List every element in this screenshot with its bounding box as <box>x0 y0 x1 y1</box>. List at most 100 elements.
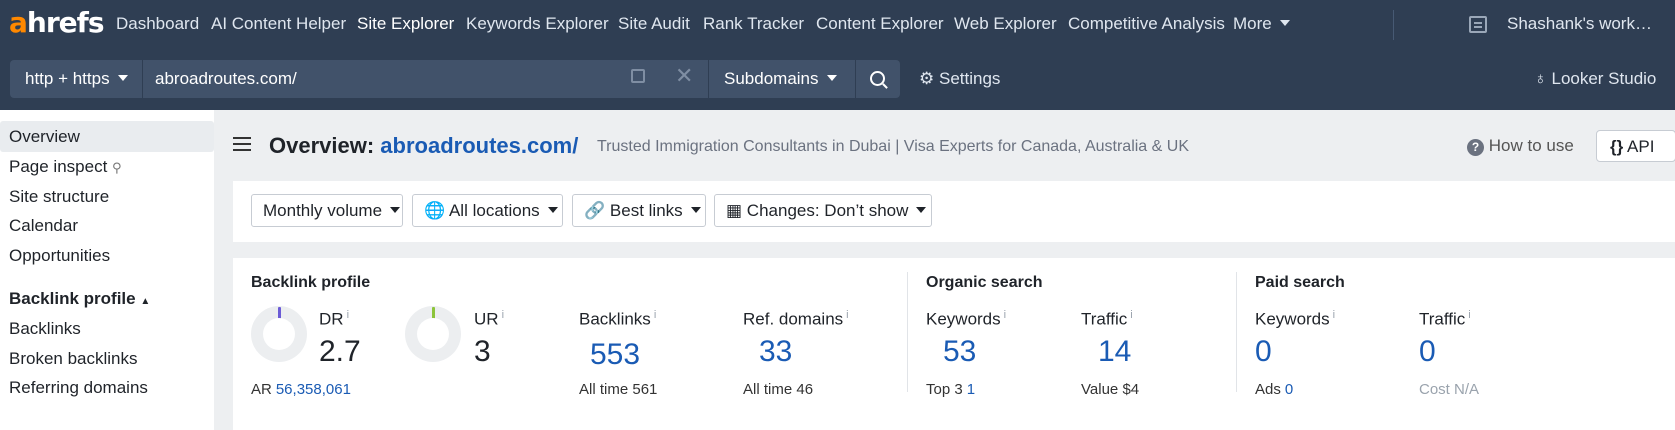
nav-web-explorer[interactable]: Web Explorer <box>954 14 1057 34</box>
settings-button[interactable]: ⚙ Settings <box>919 69 1000 89</box>
sidebar-item-backlinks[interactable]: Backlinks <box>9 319 81 339</box>
nav-rank-tracker[interactable]: Rank Tracker <box>703 14 804 34</box>
locations-filter[interactable]: 🌐 All locations <box>412 194 563 227</box>
mode-select[interactable]: Subdomains <box>709 60 855 98</box>
nav-site-audit[interactable]: Site Audit <box>618 14 690 34</box>
looker-studio-button[interactable]: ♁ Looker Studio <box>1534 69 1656 89</box>
cost-label: Cost <box>1419 381 1450 398</box>
target-url-input[interactable]: abroadroutes.com/ <box>143 60 708 98</box>
main-content: Overview: abroadroutes.com/ Trusted Immi… <box>214 110 1675 430</box>
info-icon[interactable]: i <box>502 309 504 321</box>
paid-cost: Cost N/A <box>1419 381 1479 398</box>
paid-traffic-value[interactable]: 0 <box>1419 335 1436 369</box>
top3-label: Top 3 <box>926 381 963 398</box>
changes-filter-label: Changes: Don’t show <box>746 201 909 220</box>
backlinks-label[interactable]: Backlinks i <box>579 309 656 330</box>
organic-keywords-value[interactable]: 53 <box>943 335 976 369</box>
nav-ai-content-helper[interactable]: AI Content Helper <box>211 14 346 34</box>
ur-gauge-fill <box>432 307 435 320</box>
organic-traffic-value[interactable]: 14 <box>1098 335 1131 369</box>
nav-competitive-analysis[interactable]: Competitive Analysis <box>1068 14 1225 34</box>
external-link-icon[interactable] <box>631 69 645 83</box>
search-button[interactable] <box>856 60 900 98</box>
locations-filter-label: All locations <box>448 201 540 220</box>
organic-top3: Top 31 <box>926 381 975 398</box>
sidebar-section-label: Backlink profile <box>9 289 136 308</box>
nav-divider <box>1393 10 1394 40</box>
globe-icon: 🌐 <box>424 201 446 220</box>
sidebar-item-opportunities[interactable]: Opportunities <box>9 246 110 266</box>
dr-gauge-fill <box>278 307 281 320</box>
nav-content-explorer[interactable]: Content Explorer <box>816 14 944 34</box>
paid-traffic-label-text: Traffic <box>1419 309 1466 329</box>
menu-icon[interactable] <box>233 137 251 151</box>
ar-value[interactable]: 56,358,061 <box>276 381 351 398</box>
nav-keywords-explorer[interactable]: Keywords Explorer <box>466 14 609 34</box>
sidebar-item-site-structure[interactable]: Site structure <box>9 187 109 207</box>
sidebar-item-referring-domains[interactable]: Referring domains <box>9 378 148 398</box>
info-icon[interactable]: i <box>1468 309 1470 321</box>
info-icon[interactable]: i <box>1333 309 1335 321</box>
workspace-menu[interactable]: Shashank's work… <box>1507 14 1652 34</box>
nav-site-explorer[interactable]: Site Explorer <box>357 14 454 34</box>
refdomains-value[interactable]: 33 <box>759 335 792 369</box>
chevron-up-icon: ▲ <box>140 296 151 307</box>
info-icon[interactable]: i <box>846 309 848 321</box>
protocol-label: http + https <box>25 69 110 88</box>
top3-value[interactable]: 1 <box>967 381 975 398</box>
sidebar-section-backlink-profile[interactable]: Backlink profile ▲ <box>9 289 150 309</box>
chevron-down-icon <box>547 207 558 213</box>
close-icon[interactable]: ✕ <box>675 63 693 89</box>
changes-filter[interactable]: ▦ Changes: Don’t show <box>714 194 932 227</box>
refdomains-label[interactable]: Ref. domains i <box>743 309 849 330</box>
looker-studio-label: Looker Studio <box>1551 69 1657 88</box>
nav-dashboard[interactable]: Dashboard <box>116 14 199 34</box>
page-title-domain[interactable]: abroadroutes.com/ <box>380 133 578 158</box>
paid-search-heading: Paid search <box>1255 274 1345 291</box>
sidebar-item-broken-backlinks[interactable]: Broken backlinks <box>9 349 138 369</box>
backlinks-label-text: Backlinks <box>579 309 651 329</box>
volume-filter[interactable]: Monthly volume <box>251 194 403 227</box>
ads-label: Ads <box>1255 381 1281 398</box>
dr-label[interactable]: DR i <box>319 309 349 330</box>
backlinks-alltime: All time 561 <box>579 381 657 398</box>
links-filter[interactable]: 🔗 Best links <box>572 194 706 227</box>
api-label: API <box>1627 137 1655 156</box>
refdomains-alltime-value: 46 <box>796 381 814 398</box>
info-icon[interactable]: i <box>347 309 349 321</box>
how-to-use-link[interactable]: ? How to use <box>1467 136 1574 156</box>
refdomains-alltime: All time 46 <box>743 381 813 398</box>
sidebar-item-calendar[interactable]: Calendar <box>9 216 78 236</box>
nav-more-label: More <box>1233 14 1272 33</box>
braces-icon: {} <box>1610 137 1624 156</box>
sidebar: Overview Page inspect ⚲ Site structure C… <box>0 110 214 430</box>
organic-keywords-label[interactable]: Keywords i <box>926 309 1006 330</box>
refdomains-alltime-label: All time <box>743 381 793 398</box>
workspace-icon[interactable] <box>1469 16 1487 33</box>
ahrefs-logo[interactable]: ahrefs <box>9 6 104 39</box>
protocol-select[interactable]: http + https <box>10 60 142 98</box>
chevron-down-icon <box>390 207 401 213</box>
info-icon[interactable]: i <box>1004 309 1006 321</box>
paid-keywords-value[interactable]: 0 <box>1255 335 1272 369</box>
paid-keywords-label[interactable]: Keywords i <box>1255 309 1335 330</box>
nav-more[interactable]: More <box>1233 14 1290 34</box>
paid-traffic-label[interactable]: Traffic i <box>1419 309 1471 330</box>
info-icon[interactable]: i <box>654 309 656 321</box>
info-icon[interactable]: i <box>1130 309 1132 321</box>
organic-value: Value $4 <box>1081 381 1139 398</box>
api-button[interactable]: {} API <box>1596 130 1675 162</box>
backlinks-value[interactable]: 553 <box>590 338 640 372</box>
links-filter-label: Best links <box>609 201 683 220</box>
organic-traffic-label[interactable]: Traffic i <box>1081 309 1133 330</box>
sidebar-item-overview[interactable]: Overview <box>0 121 214 152</box>
ur-value: 3 <box>474 335 491 368</box>
volume-filter-label: Monthly volume <box>263 201 383 220</box>
ads-value[interactable]: 0 <box>1285 381 1293 398</box>
sidebar-item-page-inspect[interactable]: Page inspect ⚲ <box>9 157 122 177</box>
filter-bar: Monthly volume 🌐 All locations 🔗 Best li… <box>233 181 1675 242</box>
ur-label[interactable]: UR i <box>474 309 504 330</box>
how-to-use-label: How to use <box>1488 136 1574 155</box>
settings-label: Settings <box>938 69 1001 88</box>
help-icon: ? <box>1467 139 1484 156</box>
